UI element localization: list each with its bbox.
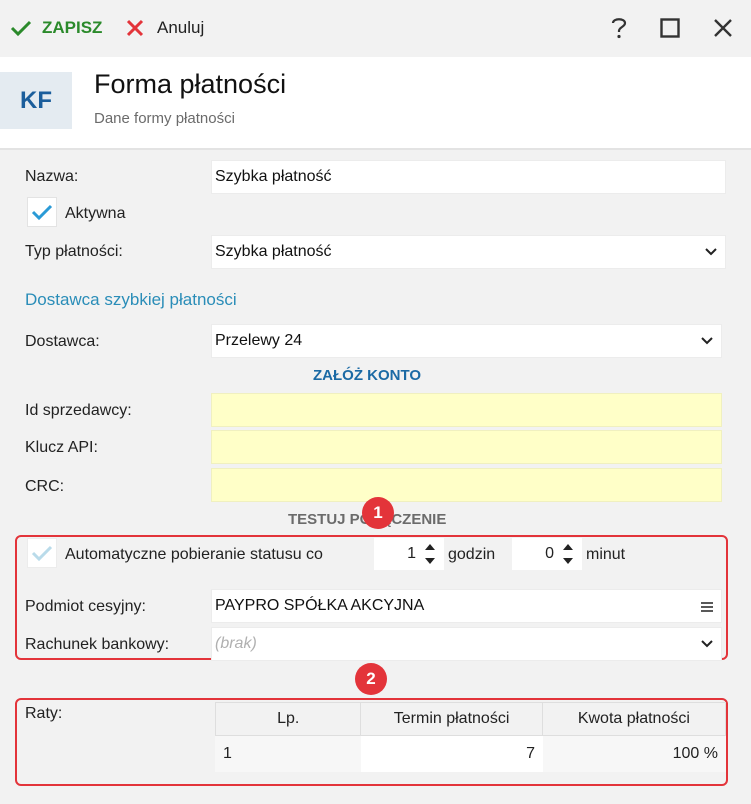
auto-status-label: Automatyczne pobieranie statusu co — [65, 546, 323, 563]
table-row[interactable]: 1 7 100 % — [215, 736, 726, 772]
auto-status-checkbox[interactable] — [27, 538, 57, 568]
api-key-input[interactable] — [211, 430, 722, 464]
cell-amount[interactable]: 100 % — [543, 736, 726, 772]
column-header-amount[interactable]: Kwota płatności — [543, 703, 725, 735]
arrow-up-icon[interactable] — [424, 543, 436, 551]
name-label: Nazwa: — [25, 168, 79, 185]
module-logo: KF — [0, 72, 72, 129]
cessionary-input[interactable]: PAYPRO SPÓŁKA AKCYJNA — [211, 589, 722, 623]
cessionary-label: Podmiot cesyjny: — [25, 598, 146, 615]
close-window-icon — [714, 19, 732, 37]
active-checkbox[interactable] — [27, 197, 57, 227]
type-label: Typ płatności: — [25, 243, 123, 260]
bank-account-label: Rachunek bankowy: — [25, 636, 170, 653]
cancel-button[interactable]: Anuluj — [126, 14, 204, 42]
type-select[interactable]: Szybka płatność — [211, 235, 726, 269]
active-label: Aktywna — [65, 205, 126, 222]
column-header-term[interactable]: Termin płatności — [361, 703, 543, 735]
page-title: Forma płatności — [94, 69, 287, 99]
maximize-button[interactable] — [656, 14, 684, 42]
chevron-down-icon — [705, 248, 717, 256]
chevron-down-icon — [701, 337, 713, 345]
save-button[interactable]: ZAPISZ — [10, 14, 102, 42]
table-header: Lp. Termin płatności Kwota płatności — [215, 702, 726, 736]
installments-table: Lp. Termin płatności Kwota płatności 1 7… — [215, 702, 726, 772]
arrow-down-icon[interactable] — [562, 557, 574, 565]
badge-1: 1 — [362, 497, 394, 529]
seller-id-input[interactable] — [211, 393, 722, 427]
hours-value: 1 — [407, 545, 416, 562]
checkmark-icon — [31, 204, 53, 221]
provider-section-heading: Dostawca szybkiej płatności — [25, 290, 237, 309]
checkmark-icon — [10, 20, 32, 37]
maximize-icon — [660, 18, 680, 38]
menu-icon[interactable] — [701, 602, 713, 612]
badge-2: 2 — [355, 663, 387, 695]
minutes-value: 0 — [545, 545, 554, 562]
crc-input[interactable] — [211, 468, 722, 502]
save-label: ZAPISZ — [42, 18, 103, 37]
provider-label: Dostawca: — [25, 333, 100, 350]
checkmark-icon — [31, 545, 53, 562]
page-subtitle: Dane formy płatności — [94, 110, 235, 127]
name-input[interactable]: Szybka płatność — [211, 160, 726, 194]
toolbar: ZAPISZ Anuluj — [0, 0, 751, 57]
chevron-down-icon — [701, 640, 713, 648]
installments-label: Raty: — [25, 705, 63, 722]
type-value: Szybka płatność — [215, 243, 332, 260]
bank-account-select[interactable]: (brak) — [211, 627, 722, 661]
question-icon — [611, 18, 627, 39]
cessionary-value: PAYPRO SPÓŁKA AKCYJNA — [215, 597, 425, 614]
seller-id-label: Id sprzedawcy: — [25, 402, 132, 419]
close-icon — [126, 19, 144, 37]
cell-term[interactable]: 7 — [361, 736, 543, 772]
cell-lp[interactable]: 1 — [215, 736, 361, 772]
create-account-link[interactable]: ZAŁÓŻ KONTO — [313, 367, 421, 384]
close-window-button[interactable] — [709, 14, 737, 42]
name-value: Szybka płatność — [215, 168, 332, 185]
hours-label: godzin — [448, 546, 496, 563]
crc-label: CRC: — [25, 478, 65, 495]
provider-value: Przelewy 24 — [215, 332, 303, 349]
column-header-lp[interactable]: Lp. — [216, 703, 362, 735]
minutes-label: minut — [586, 546, 626, 563]
arrow-up-icon[interactable] — [562, 543, 574, 551]
minutes-stepper[interactable]: 0 — [512, 538, 582, 570]
hours-stepper[interactable]: 1 — [374, 538, 444, 570]
api-key-label: Klucz API: — [25, 439, 98, 456]
arrow-down-icon[interactable] — [424, 557, 436, 565]
cancel-label: Anuluj — [157, 18, 205, 37]
bank-account-placeholder: (brak) — [215, 635, 257, 652]
provider-select[interactable]: Przelewy 24 — [211, 324, 722, 358]
help-button[interactable] — [605, 14, 633, 42]
header: KF Forma płatności Dane formy płatności — [0, 57, 751, 150]
